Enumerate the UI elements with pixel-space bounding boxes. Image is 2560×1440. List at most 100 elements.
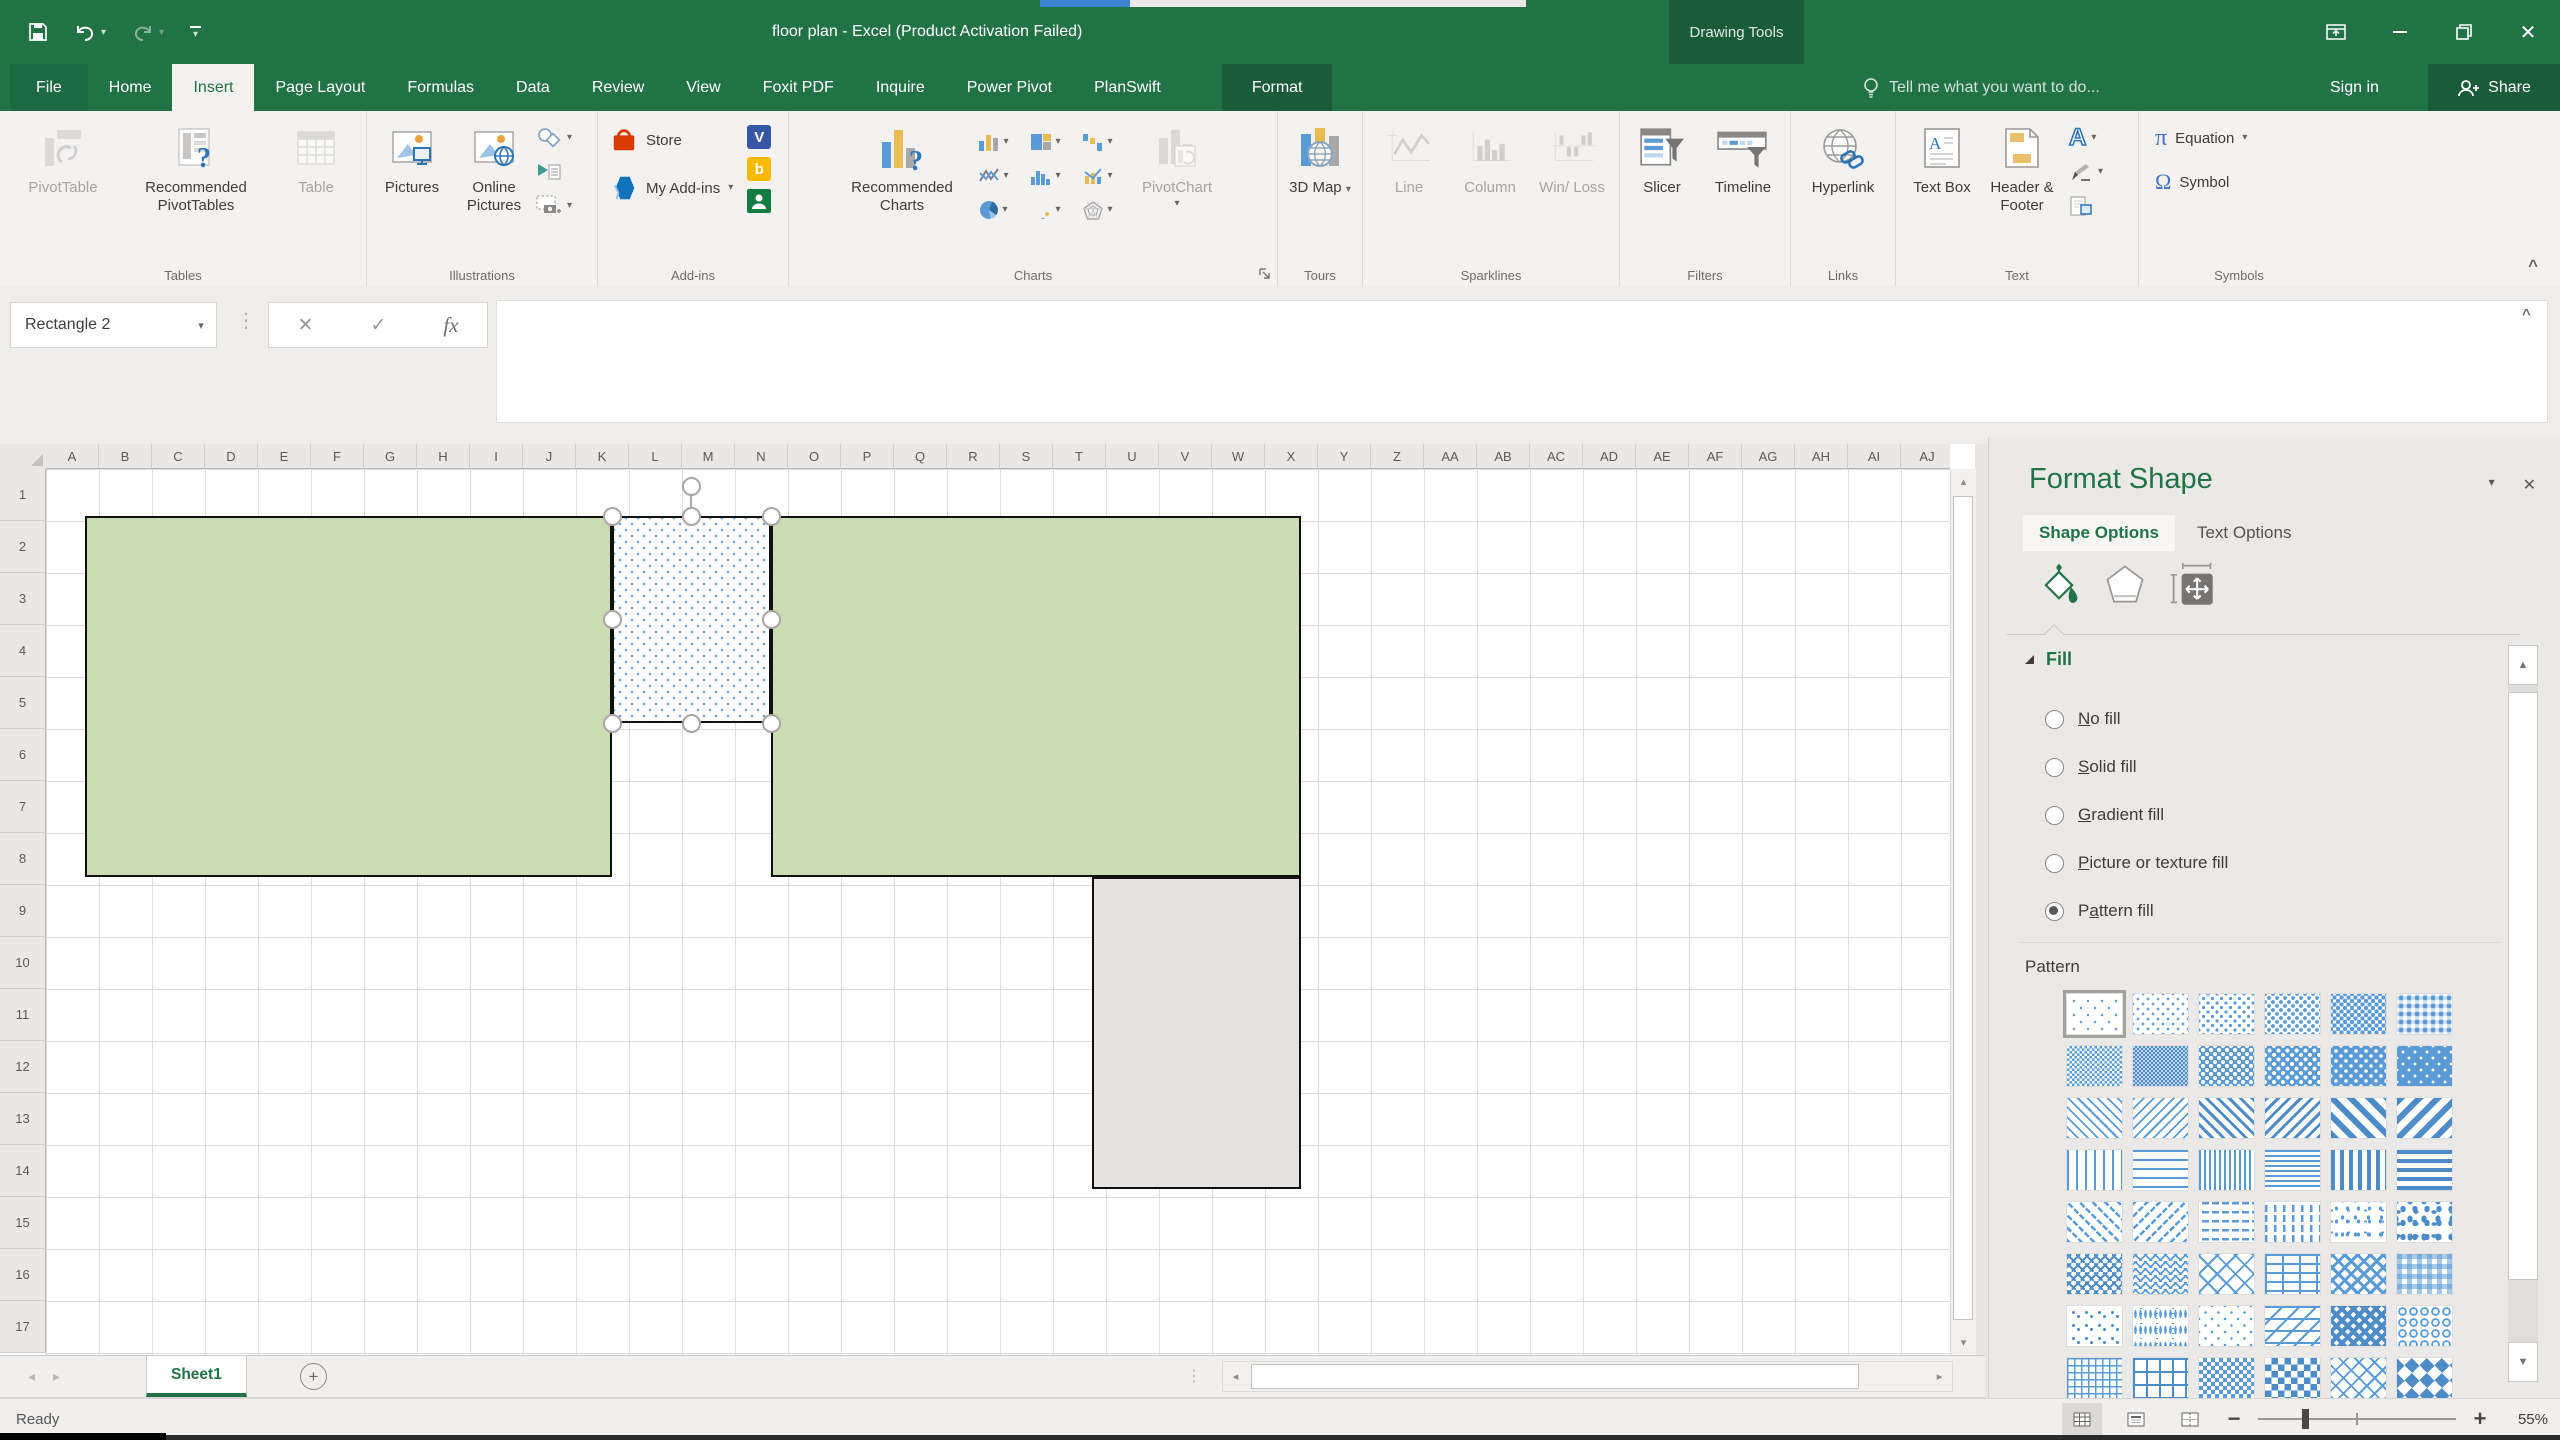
pattern-swatch[interactable] [2132, 1097, 2189, 1139]
column-header[interactable]: M [682, 444, 735, 469]
column-header[interactable]: A [46, 444, 99, 469]
select-all-corner[interactable] [0, 444, 47, 470]
3d-map-dropdown-icon[interactable]: ▾ [1346, 184, 1351, 195]
row-header[interactable]: 9 [0, 885, 46, 937]
insert-function-icon[interactable]: fx [443, 313, 458, 338]
zoom-level[interactable]: 55% [2504, 1411, 2548, 1428]
column-header[interactable]: AI [1848, 444, 1901, 469]
column-header[interactable]: L [629, 444, 682, 469]
row-header[interactable]: 11 [0, 989, 46, 1041]
row-header[interactable]: 16 [0, 1249, 46, 1301]
pictures-button[interactable]: Pictures [372, 117, 452, 197]
column-header[interactable]: P [841, 444, 894, 469]
waterfall-chart-dropdown-icon[interactable]: ▾ [1107, 137, 1112, 147]
pattern-swatch[interactable] [2330, 1253, 2387, 1295]
pattern-swatch[interactable] [2063, 990, 2126, 1038]
pattern-swatch[interactable] [2066, 1097, 2123, 1139]
pane-scrollbar-thumb[interactable] [2508, 692, 2538, 1280]
sheet-tab[interactable]: Sheet1 [146, 1356, 247, 1397]
wordart-button[interactable]: A ▾ [2068, 125, 2125, 151]
ribbon-tab[interactable]: Data [495, 64, 571, 111]
pivottable-button[interactable]: PivotTable [15, 117, 111, 197]
pane-scroll-down-icon[interactable]: ▼ [2508, 1342, 2538, 1382]
ribbon-tab[interactable]: Insert [172, 64, 255, 111]
column-header[interactable]: O [788, 444, 841, 469]
fill-section-header[interactable]: Fill [2025, 649, 2072, 670]
column-header[interactable]: AE [1636, 444, 1689, 469]
scroll-left-icon[interactable]: ◂ [1223, 1362, 1248, 1391]
bing-maps-icon[interactable]: b [747, 157, 772, 181]
symbol-button[interactable]: Ω Symbol [2155, 165, 2229, 199]
row-header[interactable]: 2 [0, 521, 46, 573]
resize-handle-top-left[interactable] [603, 507, 622, 526]
scatter-chart-dropdown-icon[interactable]: ▾ [1055, 205, 1060, 215]
pattern-swatch[interactable] [2396, 1305, 2453, 1347]
column-header[interactable]: AC [1530, 444, 1583, 469]
name-box-dropdown-icon[interactable]: ▾ [186, 319, 216, 332]
ribbon-tab[interactable]: Home [88, 64, 173, 111]
online-pictures-button[interactable]: Online Pictures [452, 117, 536, 215]
row-header[interactable]: 15 [0, 1197, 46, 1249]
text-box-button[interactable]: A Text Box [1909, 117, 1975, 197]
column-header[interactable]: J [523, 444, 576, 469]
name-box[interactable]: Rectangle 2 ▾ [10, 302, 217, 348]
column-header[interactable]: AJ [1901, 444, 1950, 469]
resize-handle-bottom-center[interactable] [682, 714, 701, 733]
column-header[interactable]: AG [1742, 444, 1795, 469]
tab-scroll-splitter[interactable]: ⋮ [1186, 1366, 1202, 1386]
column-chart-dropdown-icon[interactable]: ▾ [1003, 137, 1008, 147]
pattern-swatch[interactable] [2396, 993, 2453, 1035]
3d-map-button[interactable]: 3D Map ▾ [1285, 117, 1355, 197]
ribbon-tab[interactable]: Review [571, 64, 665, 111]
recommended-pivottables-button[interactable]: ? Recommended PivotTables [111, 117, 281, 215]
zoom-slider[interactable] [2258, 1403, 2456, 1435]
scroll-up-icon[interactable]: ▴ [1951, 469, 1976, 494]
pattern-swatch[interactable] [2264, 1357, 2321, 1399]
effects-icon[interactable] [2103, 562, 2147, 606]
redo-dropdown-icon[interactable]: ▾ [159, 27, 164, 38]
ribbon-tab[interactable]: Format [1221, 64, 1333, 111]
pane-scrollbar[interactable]: ▲ ▼ [2508, 645, 2538, 1382]
cancel-icon[interactable]: ✕ [298, 314, 314, 337]
pattern-swatch[interactable] [2198, 1201, 2255, 1243]
hyperlink-button[interactable]: Hyperlink [1798, 117, 1888, 197]
column-header[interactable]: Z [1371, 444, 1424, 469]
pattern-swatch[interactable] [2396, 1045, 2453, 1087]
scroll-right-icon[interactable]: ▸ [1927, 1362, 1952, 1391]
pivotchart-button[interactable]: PivotChart ▾ [1124, 117, 1230, 209]
collapse-ribbon-button[interactable]: ^ [2528, 256, 2538, 276]
sparkline-column-button[interactable]: Column [1446, 117, 1534, 197]
pattern-swatch[interactable] [2396, 1253, 2453, 1295]
pattern-swatch[interactable] [2198, 1253, 2255, 1295]
pattern-swatch[interactable] [2330, 993, 2387, 1035]
pattern-swatch[interactable] [2132, 1305, 2189, 1347]
fill-option[interactable]: No fill [2045, 695, 2228, 743]
scroll-down-icon[interactable]: ▾ [1951, 1330, 1976, 1355]
pattern-swatch[interactable] [2198, 1045, 2255, 1087]
pattern-swatch[interactable] [2132, 1045, 2189, 1087]
wordart-dropdown-icon[interactable]: ▾ [2091, 133, 2096, 143]
undo-dropdown-icon[interactable]: ▾ [101, 27, 106, 38]
signature-line-dropdown-icon[interactable]: ▾ [2098, 167, 2103, 177]
insert-line-chart-button[interactable]: ▾ [968, 159, 1020, 193]
my-addins-button[interactable]: My Add-ins ▾ [610, 171, 733, 205]
pivotchart-dropdown-icon[interactable]: ▾ [1174, 199, 1179, 209]
column-header[interactable]: AB [1477, 444, 1530, 469]
pattern-swatch[interactable] [2330, 1149, 2387, 1191]
row-header[interactable]: 10 [0, 937, 46, 989]
enter-icon[interactable]: ✓ [370, 314, 386, 337]
ribbon-tab[interactable]: File [10, 64, 88, 111]
column-header[interactable]: Q [894, 444, 947, 469]
insert-waterfall-chart-button[interactable]: ▾ [1072, 125, 1124, 159]
column-header[interactable]: N [735, 444, 788, 469]
recommended-charts-button[interactable]: ? Recommended Charts [836, 117, 968, 215]
column-header[interactable]: I [470, 444, 523, 469]
floor-plan-shape[interactable] [771, 516, 1301, 877]
ribbon-tab[interactable]: Inquire [855, 64, 946, 111]
pattern-swatch[interactable] [2396, 1097, 2453, 1139]
page-break-preview-button[interactable] [2170, 1403, 2210, 1435]
formula-input[interactable] [496, 300, 2548, 423]
pane-scroll-up-icon[interactable]: ▲ [2508, 645, 2538, 685]
resize-handle-top-right[interactable] [762, 507, 781, 526]
visio-data-visualizer-icon[interactable]: V [747, 125, 772, 149]
